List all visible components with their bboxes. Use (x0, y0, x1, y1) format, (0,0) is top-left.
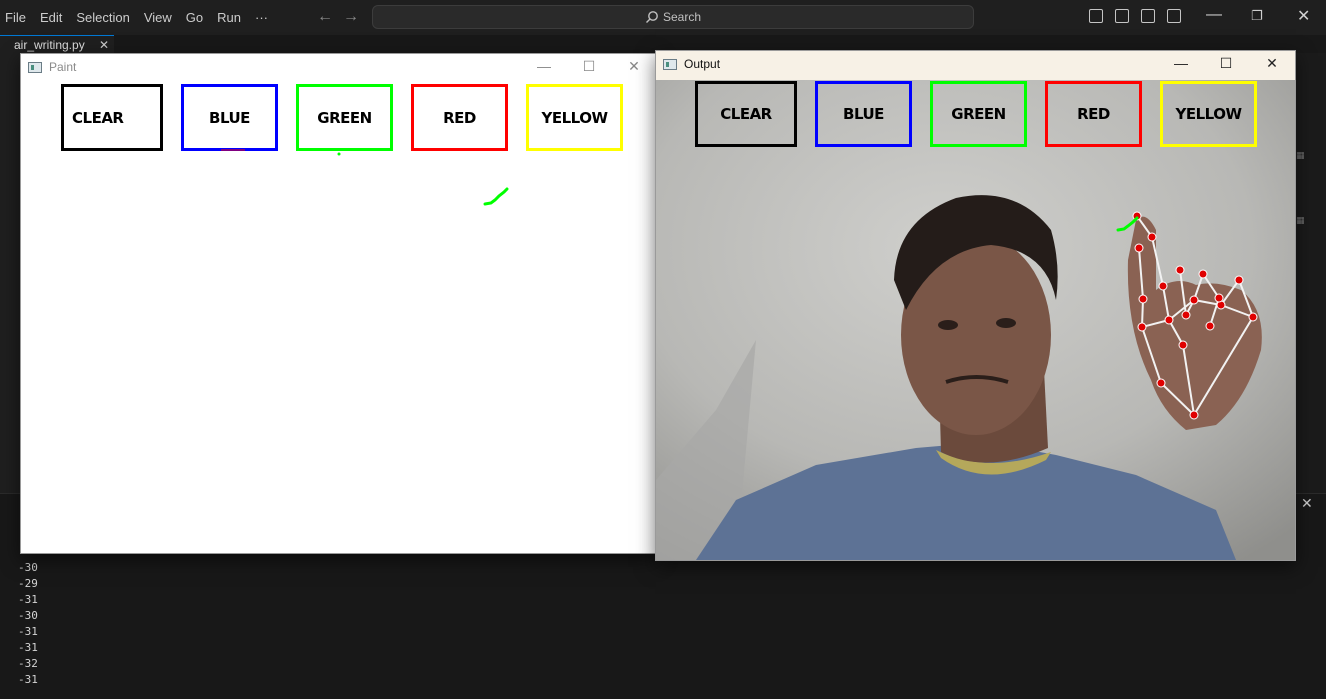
vscode-restore-icon[interactable]: ❐ (1251, 8, 1263, 24)
command-search-box[interactable]: Search (372, 5, 974, 29)
editor-tab-label: air_writing.py (14, 38, 85, 52)
panel-close-icon[interactable]: ✕ (1301, 495, 1313, 512)
button-label: RED (1077, 105, 1110, 123)
menu-selection[interactable]: Selection (69, 0, 136, 35)
app-window-icon (663, 59, 677, 70)
output-titlebar[interactable]: Output — ☐ ✕ (656, 51, 1295, 80)
search-placeholder: Search (662, 10, 702, 24)
maximize-icon[interactable]: ☐ (1217, 55, 1235, 72)
minimap-marker-icon: ▦ (1296, 215, 1305, 225)
terminal-line: -31 (18, 625, 38, 638)
output-window-title: Output (684, 57, 721, 71)
button-label: GREEN (951, 105, 1006, 123)
back-arrow-icon[interactable]: ← (317, 8, 333, 26)
editor-tab[interactable]: air_writing.py ✕ (0, 35, 114, 53)
output-green-button[interactable]: GREEN (930, 81, 1027, 147)
close-icon[interactable]: ✕ (1263, 55, 1281, 72)
output-blue-button[interactable]: BLUE (815, 81, 912, 147)
green-dot (337, 152, 341, 156)
menu-go[interactable]: Go (179, 0, 210, 35)
toggle-panel-icon[interactable] (1115, 9, 1129, 23)
button-label: YELLOW (1175, 105, 1243, 123)
terminal-line: -31 (18, 673, 38, 686)
terminal-line: -32 (18, 657, 38, 670)
terminal-output: -30 -29 -31 -30 -31 -31 -32 -31 (18, 560, 38, 688)
customize-layout-icon[interactable] (1167, 9, 1181, 23)
output-yellow-button[interactable]: YELLOW (1160, 81, 1257, 147)
vscode-minimize-icon[interactable]: — (1206, 6, 1222, 24)
vscode-close-icon[interactable]: ✕ (1297, 6, 1310, 26)
green-stroke (483, 187, 509, 206)
minimap-marker-icon: ▦ (1296, 150, 1305, 160)
menu-more[interactable]: ··· (248, 0, 275, 35)
output-window[interactable]: Output — ☐ ✕ CLEAR BLUE GREEN RED YELLOW (655, 50, 1296, 561)
minimize-icon[interactable]: — (1172, 55, 1190, 71)
terminal-line: -30 (18, 609, 38, 622)
button-label: BLUE (843, 105, 884, 123)
camera-frame-image (656, 80, 1295, 560)
terminal-line: -31 (18, 641, 38, 654)
editor-gutter (0, 53, 20, 493)
paint-window[interactable]: Paint — ☐ ✕ CLEAR BLUE GREEN RED YELLOW (20, 53, 656, 554)
tab-close-icon[interactable]: ✕ (99, 36, 109, 54)
output-clear-button[interactable]: CLEAR (695, 81, 797, 147)
button-label: CLEAR (720, 105, 772, 123)
toggle-secondary-sidebar-icon[interactable] (1141, 9, 1155, 23)
paint-canvas[interactable] (21, 54, 656, 554)
output-red-button[interactable]: RED (1045, 81, 1142, 147)
layout-toggles (1089, 9, 1181, 23)
terminal-line: -29 (18, 577, 38, 590)
menu-run[interactable]: Run (210, 0, 248, 35)
forward-arrow-icon[interactable]: → (343, 8, 359, 26)
terminal-line: -30 (18, 561, 38, 574)
menu-edit[interactable]: Edit (33, 0, 69, 35)
toggle-sidebar-icon[interactable] (1089, 9, 1103, 23)
menu-view[interactable]: View (137, 0, 179, 35)
search-icon (645, 11, 658, 23)
menu-file[interactable]: File (0, 0, 33, 35)
camera-feed: CLEAR BLUE GREEN RED YELLOW (656, 80, 1295, 560)
terminal-line: -31 (18, 593, 38, 606)
